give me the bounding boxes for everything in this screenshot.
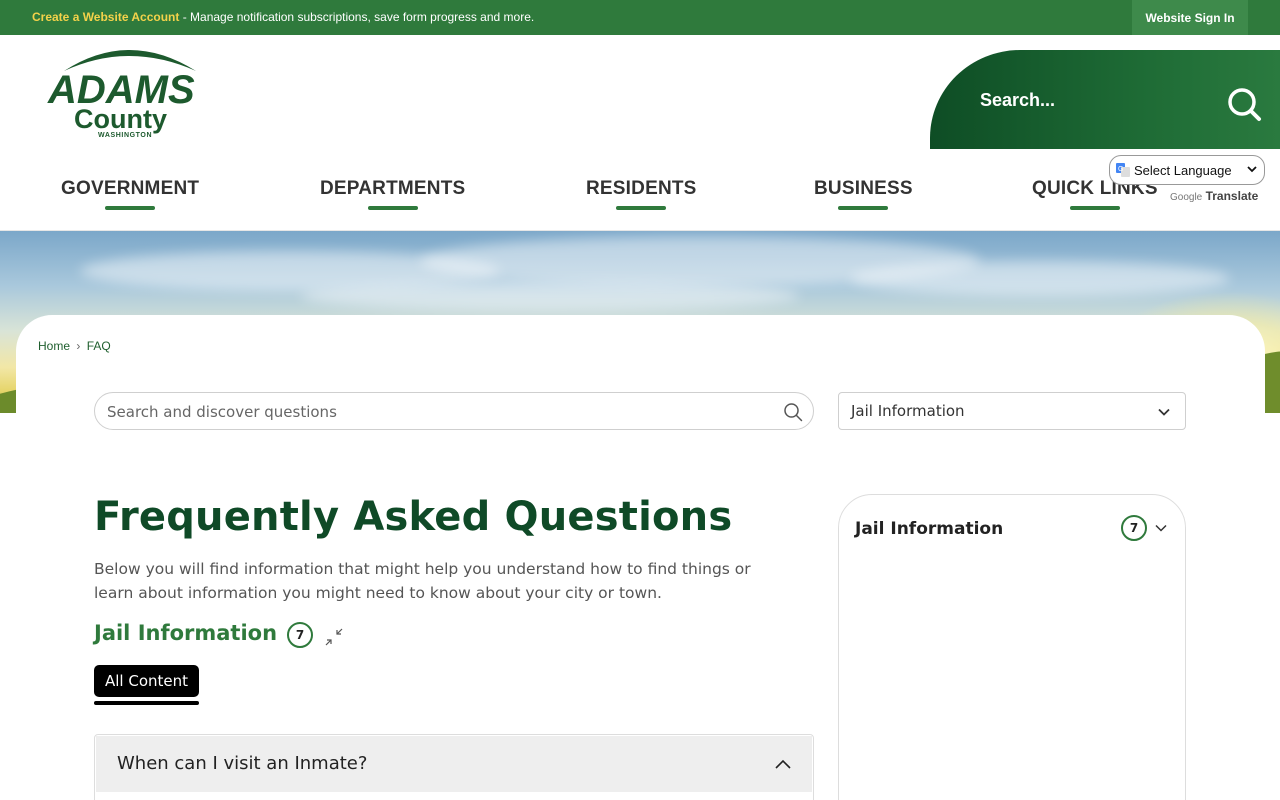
- chevron-up-icon: [775, 759, 791, 769]
- page-intro: Below you will find information that mig…: [94, 560, 751, 602]
- language-select[interactable]: G Select Language: [1109, 155, 1265, 185]
- main-navigation: GOVERNMENT DEPARTMENTS RESIDENTS BUSINES…: [0, 178, 1280, 218]
- tab-all-content[interactable]: All Content: [94, 665, 199, 697]
- google-translate-attribution[interactable]: Google Translate: [1170, 189, 1258, 203]
- logo-text-county: County: [74, 104, 167, 134]
- website-sign-in-button[interactable]: Website Sign In: [1132, 0, 1248, 35]
- nav-underline: [1069, 206, 1120, 210]
- site-header: ADAMS County WASHINGTON Search... GOVERN…: [0, 35, 1280, 231]
- sidebar-category-title[interactable]: Jail Information: [855, 519, 1003, 539]
- category-dropdown[interactable]: Jail Information: [838, 392, 1186, 430]
- category-count-badge: 7: [287, 622, 313, 648]
- breadcrumb-current[interactable]: FAQ: [87, 339, 111, 353]
- nav-residents[interactable]: RESIDENTS: [586, 178, 697, 210]
- breadcrumb: Home › FAQ: [38, 339, 111, 353]
- translate-label: Translate: [1205, 189, 1259, 203]
- notification-text: - Manage notification subscriptions, sav…: [179, 10, 535, 24]
- notification-bar: Create a Website Account - Manage notifi…: [0, 0, 1280, 35]
- site-search-box[interactable]: Search...: [930, 50, 1280, 149]
- google-translate-icon: G: [1116, 163, 1130, 177]
- category-dropdown-value: Jail Information: [851, 402, 965, 420]
- language-select-label: Select Language: [1134, 162, 1232, 178]
- faq-question-text: When can I visit an Inmate?: [117, 753, 368, 774]
- nav-underline: [838, 206, 889, 210]
- site-search-placeholder[interactable]: Search...: [980, 90, 1055, 111]
- breadcrumb-separator: ›: [76, 339, 81, 353]
- faq-accordion-item: When can I visit an Inmate?: [94, 734, 814, 800]
- faq-search-field[interactable]: [94, 392, 814, 430]
- faq-search-input[interactable]: [107, 401, 767, 423]
- search-icon[interactable]: [783, 402, 803, 422]
- notification-message: Create a Website Account - Manage notifi…: [32, 10, 534, 24]
- adams-county-logo[interactable]: ADAMS County WASHINGTON: [46, 41, 212, 139]
- nav-departments-label: DEPARTMENTS: [320, 178, 466, 199]
- breadcrumb-home[interactable]: Home: [38, 339, 70, 353]
- nav-government[interactable]: GOVERNMENT: [61, 178, 200, 210]
- chevron-down-icon: [1247, 166, 1257, 173]
- nav-business-label: BUSINESS: [814, 178, 913, 199]
- sidebar-count-badge: 7: [1121, 515, 1147, 541]
- google-brand: Google: [1170, 192, 1203, 203]
- page-title: Frequently Asked Questions: [94, 494, 733, 540]
- collapse-all-icon[interactable]: [324, 627, 344, 647]
- nav-government-label: GOVERNMENT: [61, 178, 200, 199]
- nav-underline: [616, 206, 667, 210]
- nav-business[interactable]: BUSINESS: [814, 178, 913, 210]
- svg-text:G: G: [1118, 166, 1123, 173]
- create-account-link[interactable]: Create a Website Account: [32, 10, 179, 24]
- nav-residents-label: RESIDENTS: [586, 178, 697, 199]
- category-sidebar: Jail Information 7: [838, 494, 1186, 800]
- logo-text-state: WASHINGTON: [98, 132, 152, 139]
- active-tab-indicator: [94, 701, 199, 705]
- search-icon[interactable]: [1226, 86, 1262, 122]
- faq-question-toggle[interactable]: When can I visit an Inmate?: [96, 736, 812, 792]
- nav-underline: [105, 206, 156, 210]
- category-heading: Jail Information: [94, 621, 278, 645]
- chevron-down-icon: [1158, 408, 1170, 416]
- nav-underline: [367, 206, 418, 210]
- chevron-down-icon[interactable]: [1154, 521, 1168, 535]
- nav-departments[interactable]: DEPARTMENTS: [320, 178, 466, 210]
